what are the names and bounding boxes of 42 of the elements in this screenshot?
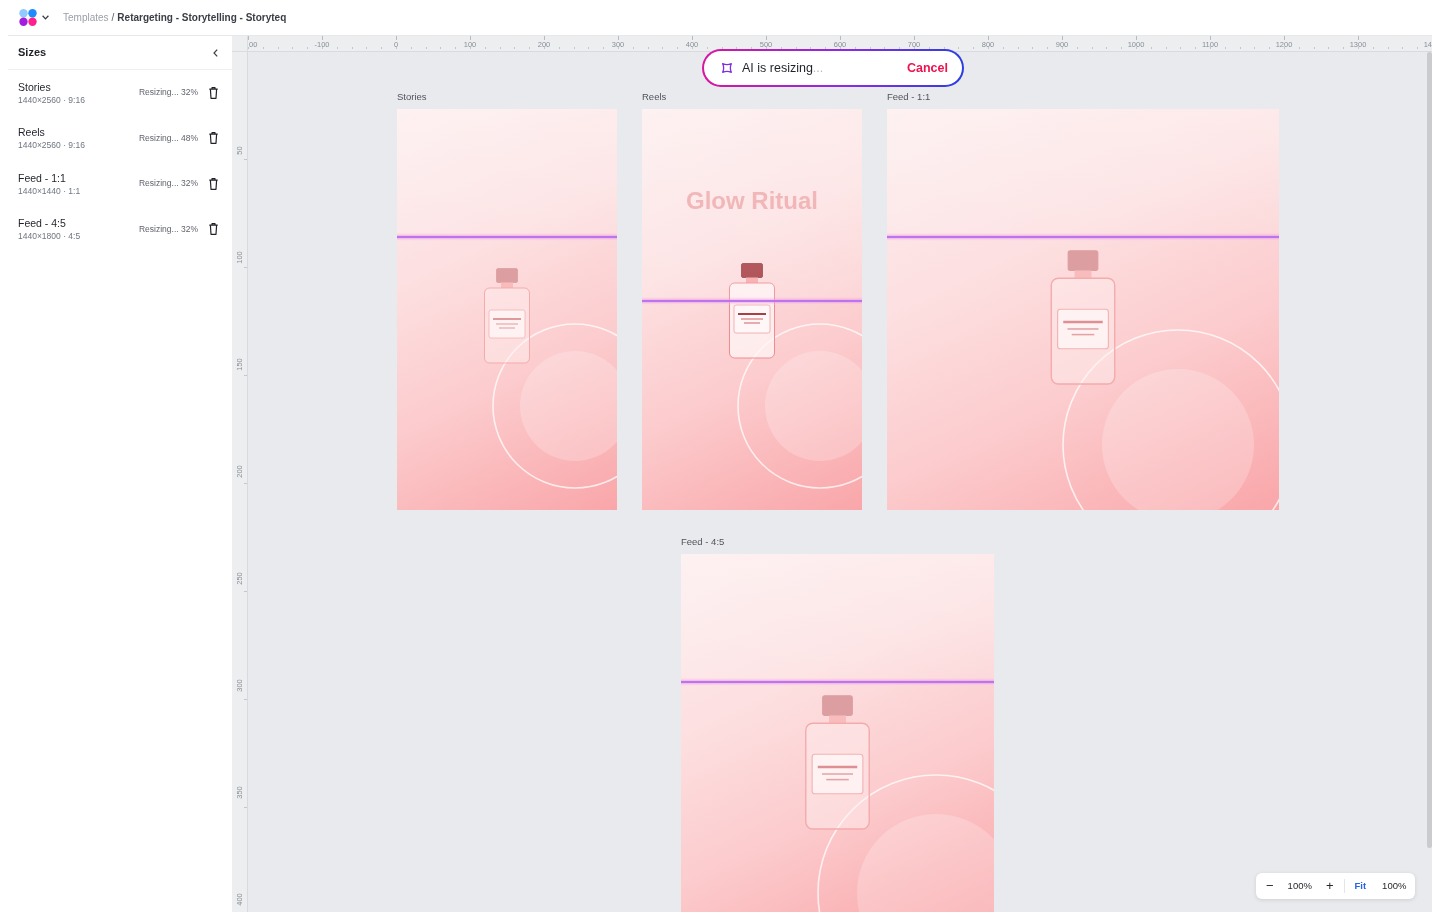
size-dimensions: 1440×2560 · 9:16 [18, 93, 85, 106]
resize-status: Resizing... 48% [138, 131, 198, 145]
app-menu-button[interactable] [17, 7, 51, 28]
chevron-down-icon [42, 15, 49, 20]
sparkle-icon [722, 63, 732, 73]
page-title: Retargeting - Storytelling - Storyteq [117, 11, 287, 25]
delete-button[interactable] [209, 223, 218, 236]
size-name: Stories [18, 79, 51, 94]
zoom-out-button[interactable]: − [1264, 880, 1276, 892]
zoom-reset-button[interactable]: 100% [1380, 880, 1409, 892]
resize-status: Resizing... 32% [138, 177, 198, 191]
fit-button[interactable]: Fit [1352, 880, 1369, 892]
size-dimensions: 1440×1800 · 4:5 [18, 230, 81, 243]
size-dimensions: 1440×1440 · 1:1 [18, 184, 81, 197]
trash-icon [209, 177, 218, 190]
status-text: AI is resizing... [742, 59, 824, 77]
resize-status: Resizing... 32% [138, 222, 198, 236]
trash-icon [209, 132, 218, 145]
trash-icon [209, 223, 218, 236]
zoom-level-text: 100% [1287, 878, 1312, 893]
delete-button[interactable] [209, 132, 218, 145]
scrollbar-thumb[interactable] [1427, 52, 1432, 848]
resize-status: Resizing... 32% [138, 86, 198, 100]
artboard-label: Feed - 4:5 [681, 536, 725, 548]
artboard-label: Stories [397, 91, 427, 103]
panel-title: Sizes [18, 45, 47, 61]
delete-button[interactable] [209, 86, 218, 99]
trash-icon [209, 86, 218, 99]
breadcrumb-link[interactable]: Templates [63, 10, 109, 25]
breadcrumb-separator: / [111, 11, 115, 25]
chevron-left-icon [213, 48, 218, 57]
zoom-in-button[interactable]: + [1323, 880, 1336, 892]
artboard-label: Reels [642, 91, 667, 103]
delete-button[interactable] [209, 177, 218, 190]
logo-icon [19, 9, 37, 26]
collapse-button[interactable] [213, 48, 218, 57]
size-name: Feed - 4:5 [18, 216, 66, 231]
size-dimensions: 1440×2560 · 9:16 [18, 139, 85, 152]
size-name: Feed - 1:1 [18, 170, 66, 185]
cancel-button[interactable]: Cancel [907, 58, 948, 78]
artboard-label: Feed - 1:1 [887, 91, 931, 103]
size-name: Reels [18, 125, 45, 140]
